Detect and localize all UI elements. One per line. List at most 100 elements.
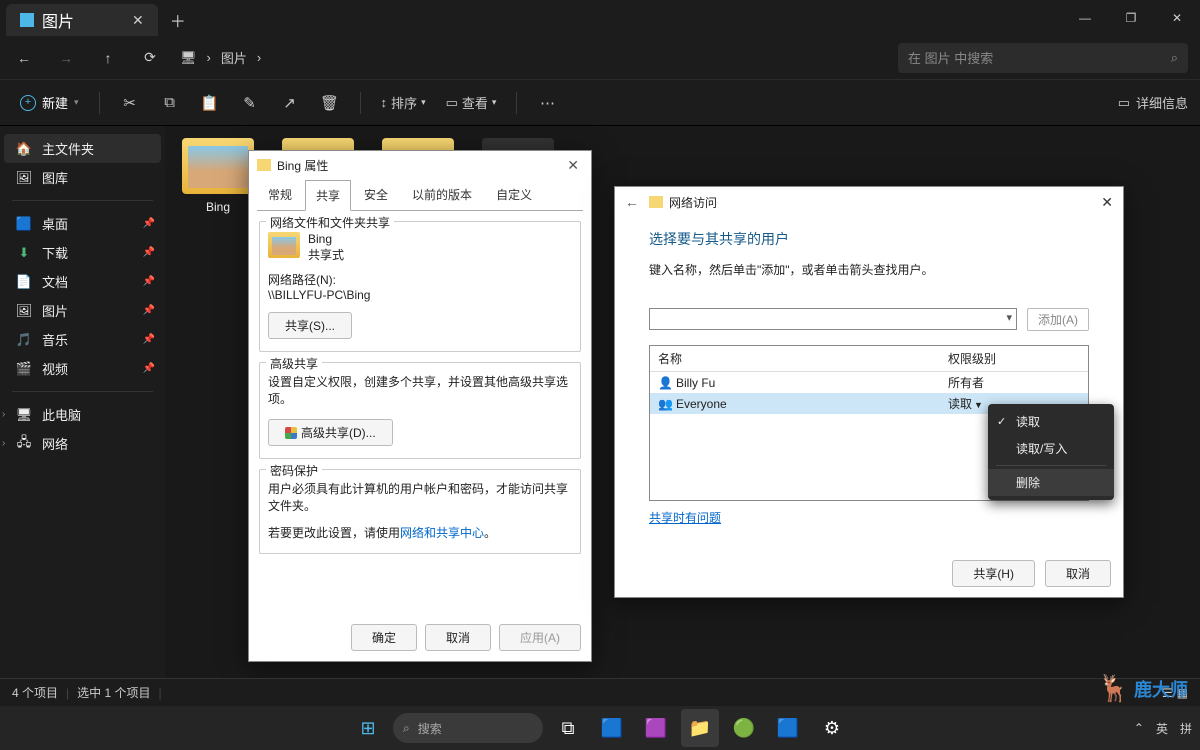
ok-button[interactable]: 确定 <box>351 624 417 651</box>
folder-icon <box>257 159 271 171</box>
taskbar-search[interactable]: ⌕搜索 <box>393 713 543 743</box>
tab-previous[interactable]: 以前的版本 <box>401 179 483 210</box>
taskbar-app[interactable]: 🟪 <box>637 709 675 747</box>
start-button[interactable]: ⊞ <box>349 709 387 747</box>
logo-icon: 🦌 <box>1098 673 1130 704</box>
cut-button[interactable]: ✂ <box>112 88 148 118</box>
view-button[interactable]: ▭ 查看 ▾ <box>438 93 505 112</box>
dialog-header[interactable]: ← 网络访问 ✕ <box>615 187 1123 217</box>
taskbar-edge[interactable]: 🟢 <box>725 709 763 747</box>
taskbar-app[interactable]: 🟦 <box>769 709 807 747</box>
tab-pictures[interactable]: 图片 ✕ <box>6 4 158 36</box>
sidebar-item-pictures[interactable]: 🖼图片📌 <box>0 296 165 325</box>
taskbar: ⊞ ⌕搜索 ⧉ 🟦 🟪 📁 🟢 🟦 ⚙ ⌃ 英 拼 <box>0 706 1200 750</box>
breadcrumb[interactable]: 🖥 › 图片 › <box>180 48 261 67</box>
sidebar-item-network[interactable]: ›🖧网络 <box>0 429 165 458</box>
apply-button[interactable]: 应用(A) <box>499 624 581 651</box>
search-placeholder: 在 图片 中搜索 <box>908 48 993 67</box>
sidebar-item-home[interactable]: 🏠主文件夹 <box>4 134 161 163</box>
share-button[interactable]: ↗ <box>272 88 308 118</box>
tab-general[interactable]: 常规 <box>257 179 303 210</box>
pictures-icon <box>20 13 34 27</box>
netpath-label: 网络路径(N): <box>268 271 572 288</box>
sidebar-item-thispc[interactable]: ›🖥此电脑 <box>0 400 165 429</box>
close-button[interactable]: ✕ <box>563 157 583 174</box>
sidebar-item-documents[interactable]: 📄文档📌 <box>0 267 165 296</box>
refresh-button[interactable]: ⟳ <box>138 49 162 66</box>
sidebar: 🏠主文件夹 🖼图库 🟦桌面📌 ⬇下载📌 📄文档📌 🖼图片📌 🎵音乐📌 🎬视频📌 … <box>0 126 165 678</box>
pw-text2: 若要更改此设置，请使用网络和共享中心。 <box>268 524 572 541</box>
folder-item[interactable]: Bing <box>177 138 259 214</box>
watermark: 🦌 鹿大师 <box>1098 673 1188 704</box>
pw-text: 用户必须具有此计算机的用户帐户和密码，才能访问共享文件夹。 <box>268 480 572 514</box>
close-button[interactable]: ✕ <box>1101 194 1113 211</box>
netpath-value: \\BILLYFU-PC\Bing <box>268 288 572 302</box>
taskbar-explorer[interactable]: 📁 <box>681 709 719 747</box>
tab-customize[interactable]: 自定义 <box>485 179 543 210</box>
taskbar-app[interactable]: 🟦 <box>593 709 631 747</box>
maximize-button[interactable]: ❐ <box>1108 0 1154 36</box>
sidebar-item-music[interactable]: 🎵音乐📌 <box>0 325 165 354</box>
tab-security[interactable]: 安全 <box>353 179 399 210</box>
window-close-button[interactable]: ✕ <box>1154 0 1200 36</box>
column-permission[interactable]: 权限级别 <box>940 346 1088 371</box>
new-tab-button[interactable]: ＋ <box>158 4 198 36</box>
sidebar-item-gallery[interactable]: 🖼图库 <box>0 163 165 192</box>
sidebar-item-downloads[interactable]: ⬇下载📌 <box>0 238 165 267</box>
folder-icon <box>649 196 663 208</box>
up-button[interactable]: ↑ <box>96 50 120 66</box>
add-button[interactable]: 添加(A) <box>1027 308 1089 331</box>
tab-close-icon[interactable]: ✕ <box>132 12 144 29</box>
sort-button[interactable]: ↕ 排序 ▾ <box>373 93 434 112</box>
cancel-button[interactable]: 取消 <box>425 624 491 651</box>
details-button[interactable]: ▭ 详细信息 <box>1118 93 1188 112</box>
paste-button[interactable]: 📋 <box>192 88 228 118</box>
forward-button[interactable]: → <box>54 50 78 66</box>
selected-count: 选中 1 个项目 <box>77 684 150 701</box>
sidebar-item-videos[interactable]: 🎬视频📌 <box>0 354 165 383</box>
sidebar-item-desktop[interactable]: 🟦桌面📌 <box>0 209 165 238</box>
tray-chevron-icon[interactable]: ⌃ <box>1134 721 1144 735</box>
plus-icon: + <box>20 95 36 111</box>
network-icon: 🖧 <box>16 436 32 452</box>
system-tray[interactable]: ⌃ 英 拼 <box>1134 720 1192 737</box>
search-input[interactable]: 在 图片 中搜索 ⌕ <box>898 43 1188 73</box>
group-title: 高级共享 <box>266 355 322 372</box>
back-button[interactable]: ← <box>625 194 639 210</box>
network-sharing-group: 网络文件和文件夹共享 Bing 共享式 网络路径(N): \\BILLYFU-P… <box>259 221 581 352</box>
tab-sharing[interactable]: 共享 <box>305 180 351 211</box>
home-icon: 🏠 <box>16 141 32 157</box>
rename-button[interactable]: ✎ <box>232 88 268 118</box>
minimize-button[interactable]: ― <box>1062 0 1108 36</box>
menu-item-remove[interactable]: 删除 <box>988 469 1114 496</box>
help-link[interactable]: 共享时有问题 <box>649 509 721 526</box>
user-icon: 👤 <box>658 376 672 390</box>
ime-lang[interactable]: 英 <box>1156 720 1168 737</box>
path-segment[interactable]: 图片 <box>221 48 247 67</box>
dialog-title: Bing 属性 <box>277 157 328 174</box>
share-status: 共享式 <box>308 246 344 263</box>
delete-button[interactable]: 🗑 <box>312 88 348 118</box>
task-view-button[interactable]: ⧉ <box>549 709 587 747</box>
cancel-button[interactable]: 取消 <box>1045 560 1111 587</box>
ime-mode[interactable]: 拼 <box>1180 720 1192 737</box>
more-button[interactable]: ⋯ <box>529 88 565 118</box>
new-button[interactable]: + 新建 ▾ <box>12 89 87 116</box>
copy-button[interactable]: ⧉ <box>152 88 188 118</box>
menu-item-read[interactable]: 读取 <box>988 408 1114 435</box>
search-icon: ⌕ <box>403 721 410 736</box>
user-combobox[interactable] <box>649 308 1017 330</box>
pin-icon: 📌 <box>143 363 155 374</box>
taskbar-settings[interactable]: ⚙ <box>813 709 851 747</box>
dialog-header[interactable]: Bing 属性 ✕ <box>249 151 591 179</box>
share-confirm-button[interactable]: 共享(H) <box>952 560 1035 587</box>
network-center-link[interactable]: 网络和共享中心 <box>400 526 484 540</box>
toolbar: + 新建 ▾ ✂ ⧉ 📋 ✎ ↗ 🗑 ↕ 排序 ▾ ▭ 查看 ▾ ⋯ ▭ 详细信… <box>0 80 1200 126</box>
chevron-right-icon: › <box>2 438 5 449</box>
back-button[interactable]: ← <box>12 50 36 66</box>
user-row[interactable]: 👤Billy Fu 所有者 <box>650 372 1088 393</box>
advanced-share-button[interactable]: 高级共享(D)... <box>268 419 393 446</box>
share-button[interactable]: 共享(S)... <box>268 312 352 339</box>
menu-item-readwrite[interactable]: 读取/写入 <box>988 435 1114 462</box>
column-name[interactable]: 名称 <box>650 346 940 371</box>
